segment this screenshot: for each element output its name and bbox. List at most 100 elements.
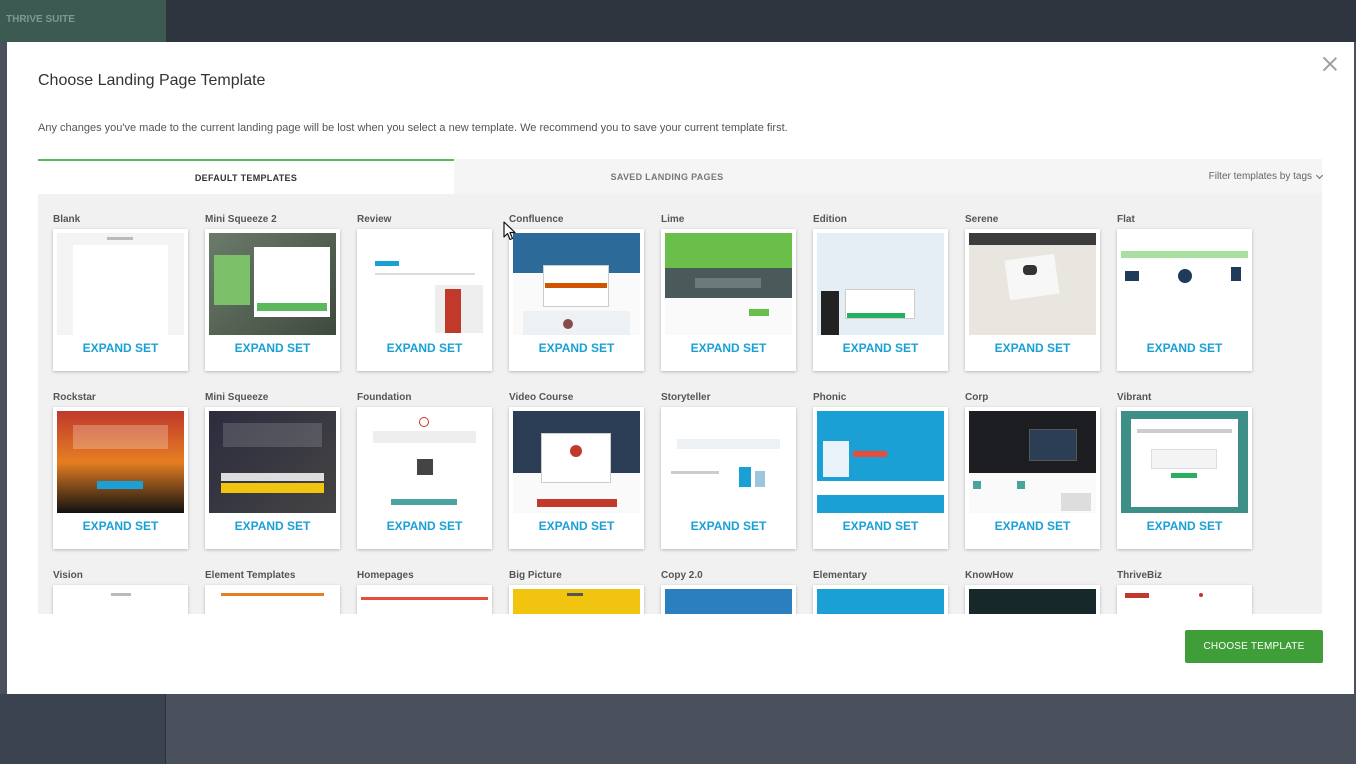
template-preview-box[interactable]: EXPAND SET: [205, 407, 340, 549]
template-preview-box[interactable]: EXPAND SET: [53, 229, 188, 371]
expand-set-link[interactable]: EXPAND SET: [205, 519, 340, 533]
filter-tags-dropdown[interactable]: Filter templates by tags: [1208, 159, 1324, 194]
template-preview-box[interactable]: EXPAND SET: [661, 585, 796, 614]
template-preview-box[interactable]: EXPAND SET: [661, 229, 796, 371]
template-preview-box[interactable]: EXPAND SET: [1117, 407, 1252, 549]
modal-description: Any changes you've made to the current l…: [38, 122, 788, 134]
template-name: Vision: [53, 570, 83, 581]
expand-set-link[interactable]: EXPAND SET: [357, 341, 492, 355]
expand-set-link[interactable]: EXPAND SET: [1117, 519, 1252, 533]
template-preview-box[interactable]: EXPAND SET: [357, 229, 492, 371]
template-thumbnail: [1121, 233, 1248, 335]
template-name: Video Course: [509, 392, 574, 403]
template-grid[interactable]: Blank EXPAND SET Mini Squeeze 2 EXPAND SET R…: [38, 194, 1322, 614]
template-thumbnail: [817, 589, 944, 614]
chevron-down-icon: [1315, 171, 1324, 179]
expand-set-link[interactable]: EXPAND SET: [205, 341, 340, 355]
template-name: ThriveBiz: [1117, 570, 1163, 581]
template-thumbnail: [969, 233, 1096, 335]
template-name: Mini Squeeze 2: [205, 214, 277, 225]
template-name: Mini Squeeze: [205, 392, 269, 403]
template-thumbnail: [665, 589, 792, 614]
expand-set-link[interactable]: EXPAND SET: [1117, 341, 1252, 355]
tab-default-templates[interactable]: DEFAULT TEMPLATES: [38, 159, 454, 194]
template-thumbnail: [57, 233, 184, 335]
template-thumbnail: [209, 411, 336, 513]
expand-set-link[interactable]: EXPAND SET: [509, 341, 644, 355]
template-preview-box[interactable]: EXPAND SET: [813, 407, 948, 549]
template-name: Vibrant: [1117, 392, 1152, 403]
template-thumbnail: [513, 233, 640, 335]
expand-set-link[interactable]: EXPAND SET: [53, 519, 188, 533]
template-name: Phonic: [813, 392, 847, 403]
template-name: Element Templates: [205, 570, 296, 581]
background-logo-area: THRIVE SUITE: [0, 0, 166, 42]
expand-set-link[interactable]: EXPAND SET: [813, 519, 948, 533]
template-preview-box[interactable]: EXPAND SET: [509, 407, 644, 549]
template-name: Rockstar: [53, 392, 96, 403]
template-thumbnail: [513, 411, 640, 513]
expand-set-link[interactable]: EXPAND SET: [53, 341, 188, 355]
template-preview-box[interactable]: EXPAND SET: [661, 407, 796, 549]
template-name: Homepages: [357, 570, 414, 581]
template-preview-box[interactable]: EXPAND SET: [965, 407, 1100, 549]
template-name: Foundation: [357, 392, 412, 403]
expand-set-link[interactable]: EXPAND SET: [357, 519, 492, 533]
template-preview-box[interactable]: EXPAND SET: [53, 407, 188, 549]
template-thumbnail: [1121, 589, 1248, 614]
template-name: Copy 2.0: [661, 570, 703, 581]
template-preview-box[interactable]: EXPAND SET: [1117, 229, 1252, 371]
template-preview-box[interactable]: EXPAND SET: [509, 585, 644, 614]
template-preview-box[interactable]: EXPAND SET: [965, 585, 1100, 614]
mouse-cursor-icon: [503, 221, 516, 241]
template-preview-box[interactable]: EXPAND SET: [53, 585, 188, 614]
filter-label: Filter templates by tags: [1208, 171, 1312, 182]
template-thumbnail: [1121, 411, 1248, 513]
template-thumbnail: [817, 411, 944, 513]
template-thumbnail: [665, 233, 792, 335]
template-thumbnail: [665, 411, 792, 513]
template-name: KnowHow: [965, 570, 1014, 581]
template-modal: Choose Landing Page Template Any changes…: [7, 42, 1354, 694]
expand-set-link[interactable]: EXPAND SET: [813, 341, 948, 355]
template-preview-box[interactable]: EXPAND SET: [813, 585, 948, 614]
template-thumbnail: [361, 411, 488, 513]
expand-set-link[interactable]: EXPAND SET: [661, 519, 796, 533]
template-name: Storyteller: [661, 392, 711, 403]
choose-template-button[interactable]: CHOOSE TEMPLATE: [1185, 630, 1323, 663]
template-preview-box[interactable]: EXPAND SET: [1117, 585, 1252, 614]
template-name: Elementary: [813, 570, 867, 581]
template-preview-box[interactable]: EXPAND SET: [205, 229, 340, 371]
template-thumbnail: [57, 411, 184, 513]
template-preview-box[interactable]: EXPAND SET: [205, 585, 340, 614]
template-thumbnail: [209, 233, 336, 335]
tab-saved-landing-pages[interactable]: SAVED LANDING PAGES: [454, 159, 880, 194]
template-thumbnail: [57, 589, 184, 614]
template-name: Flat: [1117, 214, 1135, 225]
expand-set-link[interactable]: EXPAND SET: [965, 519, 1100, 533]
template-name: Blank: [53, 214, 81, 225]
template-thumbnail: [969, 589, 1096, 614]
template-preview-box[interactable]: EXPAND SET: [509, 229, 644, 371]
template-thumbnail: [513, 589, 640, 614]
close-icon[interactable]: [1320, 54, 1340, 74]
background-header-text: THRIVE SUITE: [6, 14, 75, 25]
expand-set-link[interactable]: EXPAND SET: [509, 519, 644, 533]
modal-title: Choose Landing Page Template: [38, 72, 266, 89]
template-preview-box[interactable]: EXPAND SET: [357, 585, 492, 614]
expand-set-link[interactable]: EXPAND SET: [661, 341, 796, 355]
template-name: Lime: [661, 214, 685, 225]
template-name: Big Picture: [509, 570, 562, 581]
template-thumbnail: [817, 233, 944, 335]
template-name: Review: [357, 214, 392, 225]
template-preview-box[interactable]: EXPAND SET: [813, 229, 948, 371]
template-name: Confluence: [509, 214, 564, 225]
template-thumbnail: [361, 589, 488, 614]
background-sidebar: [0, 694, 166, 764]
template-preview-box[interactable]: EXPAND SET: [357, 407, 492, 549]
expand-set-link[interactable]: EXPAND SET: [965, 341, 1100, 355]
template-name: Serene: [965, 214, 999, 225]
template-name: Corp: [965, 392, 989, 403]
template-tabs: DEFAULT TEMPLATES SAVED LANDING PAGES Fi…: [38, 159, 1324, 194]
template-preview-box[interactable]: EXPAND SET: [965, 229, 1100, 371]
